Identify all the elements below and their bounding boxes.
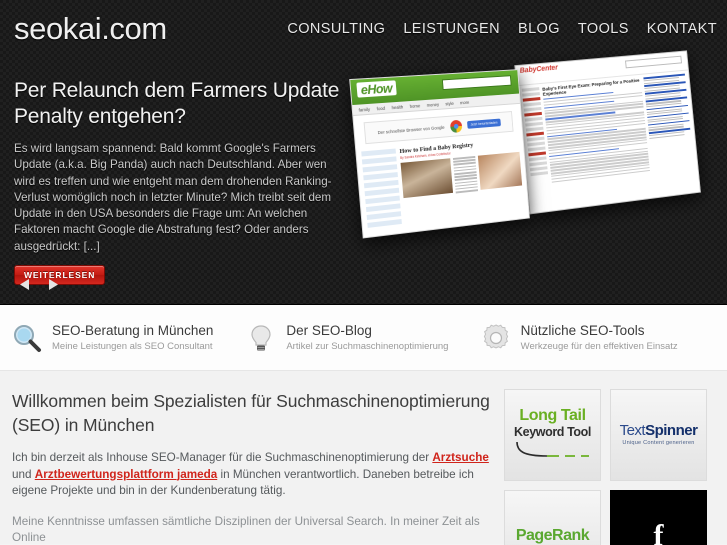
tile-textspinner[interactable]: TextSpinner Unique Content generieren — [610, 389, 707, 481]
ehow-nav-item: food — [376, 105, 386, 111]
feature-subtitle: Artikel zur Suchmaschinenoptimierung — [286, 341, 449, 352]
site-logo[interactable]: seokai.com — [14, 13, 167, 44]
facebook-logo: f — [653, 519, 664, 545]
site-header: seokai.com CONSULTING LEISTUNGEN BLOG TO… — [0, 0, 727, 57]
babycenter-search-field — [625, 55, 682, 69]
feature-subtitle: Werkzeuge für den effektiven Einsatz — [520, 341, 678, 352]
hero-slider: Per Relaunch dem Farmers Update Penalty … — [0, 50, 727, 304]
ehow-logo: eHow — [356, 80, 397, 98]
babycenter-sidebar — [643, 73, 694, 173]
screenshot-ehow[interactable]: eHow family food health home money style… — [349, 69, 530, 239]
hero-screenshots: BabyCenter Baby's First Eye Exam: Prepar… — [349, 50, 727, 304]
ehow-nav-item: style — [445, 100, 454, 106]
ehow-nav-item: money — [426, 101, 440, 108]
feature-seo-blog[interactable]: Der SEO-Blog Artikel zur Suchmaschinenop… — [246, 323, 480, 353]
feature-title: Der SEO-Blog — [286, 323, 372, 338]
feature-seo-beratung[interactable]: SEO-Beratung in München Meine Leistungen… — [12, 323, 246, 353]
long-tail-line2: Keyword Tool — [514, 424, 591, 439]
nav-item-blog[interactable]: BLOG — [518, 21, 560, 37]
intro-paragraph: Ich bin derzeit als Inhouse SEO-Manager … — [12, 450, 490, 500]
nav-item-consulting[interactable]: CONSULTING — [287, 21, 385, 37]
chrome-logo-icon — [449, 119, 463, 133]
textspinner-text: Text — [619, 422, 646, 440]
nav-item-kontakt[interactable]: KONTAKT — [647, 21, 717, 37]
feature-title: Nützliche SEO-Tools — [520, 323, 645, 338]
hero-title: Per Relaunch dem Farmers Update Penalty … — [14, 79, 340, 128]
ehow-nav-item: family — [358, 106, 371, 113]
ehow-body: How to Find a Baby Registry By Sandra Ke… — [356, 137, 528, 231]
hero-text-block: Per Relaunch dem Farmers Update Penalty … — [14, 78, 346, 286]
ehow-text-column — [452, 155, 479, 195]
intro-text-2: und — [12, 467, 35, 481]
page-title: Willkommen beim Spezialisten für Suchmas… — [12, 391, 490, 435]
ehow-photo-shoes — [400, 158, 454, 199]
ehow-article: How to Find a Baby Registry By Sandra Ke… — [399, 138, 524, 227]
ehow-nav-item: home — [409, 102, 421, 109]
main-column: Willkommen beim Spezialisten für Suchmas… — [12, 389, 490, 544]
long-tail-curve-icon — [515, 442, 589, 458]
slider-next-button[interactable] — [42, 274, 64, 294]
ehow-ad-text: Der schnellste Browser von Google — [377, 124, 445, 135]
gear-icon — [483, 323, 508, 349]
main-navigation: CONSULTING LEISTUNGEN BLOG TOOLS KONTAKT — [287, 21, 719, 37]
lightbulb-icon — [251, 324, 271, 350]
nav-item-tools[interactable]: TOOLS — [578, 21, 629, 37]
textspinner-spinner: Spinner — [645, 422, 698, 440]
triangle-right-icon — [49, 278, 58, 290]
long-tail-logo: Long Tail Keyword Tool — [513, 406, 593, 463]
long-tail-line1: Long Tail — [519, 406, 586, 424]
tile-pagerank[interactable]: PageRank — [504, 490, 601, 545]
intro-text-1: Ich bin derzeit als Inhouse SEO-Manager … — [12, 451, 433, 464]
screenshot-babycenter[interactable]: BabyCenter Baby's First Eye Exam: Prepar… — [514, 50, 701, 215]
textspinner-tagline: Unique Content generieren — [622, 440, 695, 447]
tile-facebook[interactable]: f — [610, 490, 707, 545]
ehow-nav-item: health — [391, 104, 404, 110]
ehow-photo-baby — [477, 151, 523, 190]
triangle-left-icon — [20, 278, 29, 290]
slider-navigation — [14, 274, 64, 294]
content-area: Willkommen beim Spezialisten für Suchmas… — [0, 371, 727, 545]
textspinner-wordmark: TextSpinner — [620, 423, 698, 438]
nav-item-leistungen[interactable]: LEISTUNGEN — [403, 21, 500, 37]
secondary-paragraph: Meine Kenntnisse umfassen sämtliche Disz… — [12, 514, 480, 545]
tile-long-tail-keyword-tool[interactable]: Long Tail Keyword Tool — [504, 389, 601, 481]
hero-excerpt: Es wird langsam spannend: Bald kommt Goo… — [14, 142, 332, 253]
ehow-ad-button: Jetzt herunterladen — [466, 118, 502, 129]
magnifier-icon — [14, 324, 41, 352]
ehow-media-row — [400, 151, 523, 200]
link-arztsuche[interactable]: Arztsuche — [432, 451, 489, 464]
pagerank-logo: PageRank — [515, 527, 590, 544]
babycenter-logo: BabyCenter — [519, 64, 559, 75]
link-jameda[interactable]: Arztbewertungsplattform jameda — [35, 468, 217, 481]
ehow-nav-item: more — [459, 99, 470, 105]
textspinner-logo: TextSpinner Unique Content generieren — [620, 423, 698, 447]
feature-title: SEO-Beratung in München — [52, 323, 214, 338]
ehow-sidebar — [361, 148, 402, 231]
hero-section: seokai.com CONSULTING LEISTUNGEN BLOG TO… — [0, 0, 727, 305]
slider-prev-button[interactable] — [14, 274, 36, 294]
babycenter-body: Baby's First Eye Exam: Preparing for a P… — [517, 70, 697, 190]
sidebar-tiles: Long Tail Keyword Tool TextSpinner Uniqu… — [504, 389, 707, 545]
ehow-search-field — [441, 75, 512, 91]
feature-subtitle: Meine Leistungen als SEO Consultant — [52, 341, 213, 352]
feature-seo-tools[interactable]: Nützliche SEO-Tools Werkzeuge für den ef… — [481, 323, 715, 353]
feature-bar: SEO-Beratung in München Meine Leistungen… — [0, 305, 727, 371]
babycenter-article: Baby's First Eye Exam: Preparing for a P… — [542, 78, 650, 185]
